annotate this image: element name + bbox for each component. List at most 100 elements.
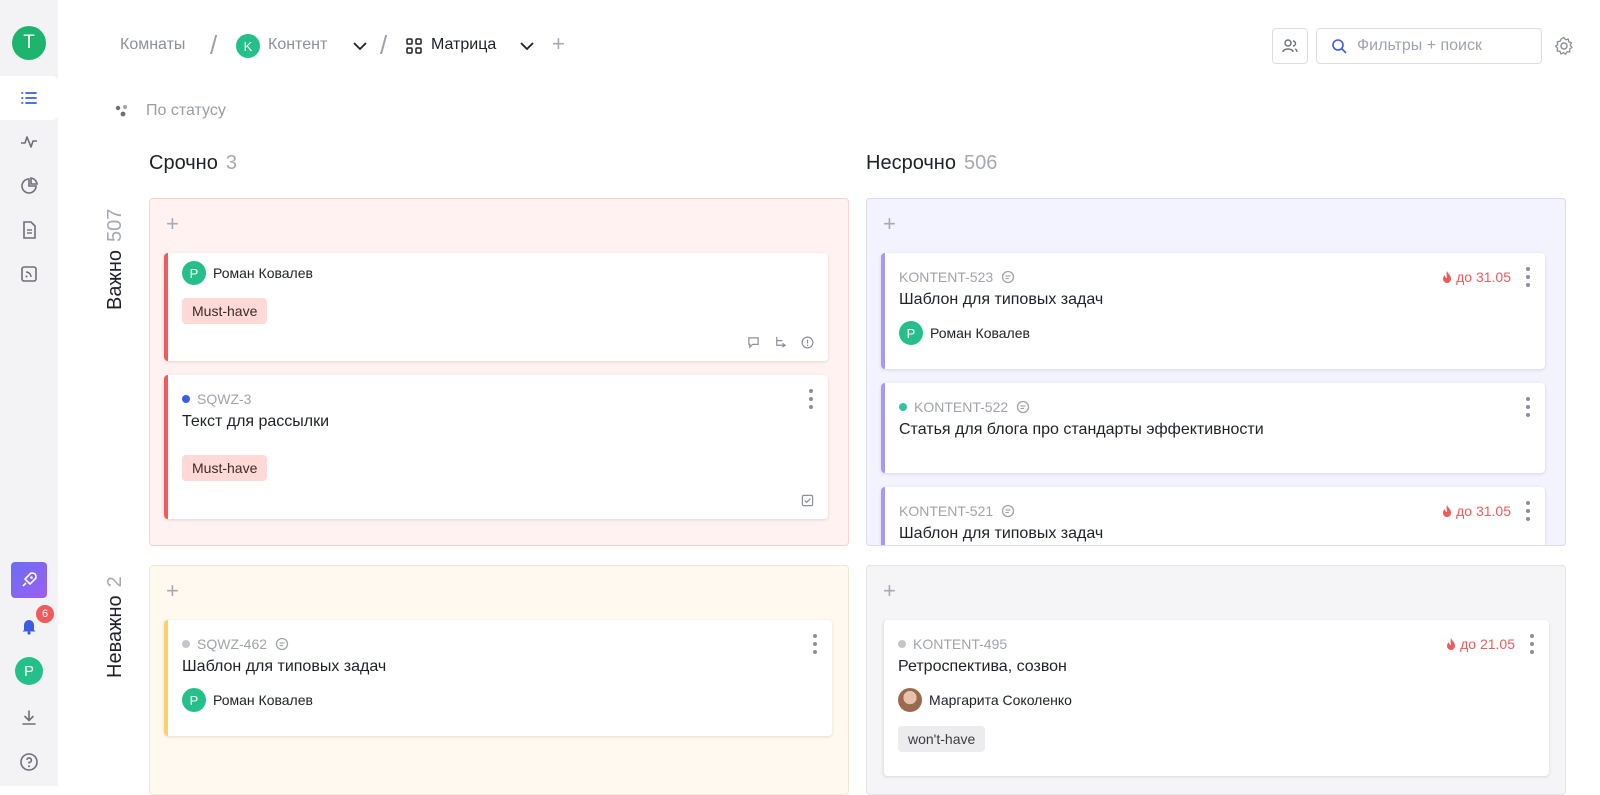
add-task-button[interactable]: + <box>883 580 896 602</box>
quadrant-not-urgent-not-important: + KONTENT-495 до 21.05 Ретроспектива, со… <box>866 565 1566 795</box>
download-button[interactable] <box>17 706 41 730</box>
task-id: KONTENT-521 <box>899 503 1015 519</box>
workspace-avatar[interactable]: T <box>12 26 46 60</box>
fire-icon <box>1443 271 1452 283</box>
card-menu-button[interactable] <box>1525 501 1531 521</box>
members-button[interactable] <box>1272 28 1308 64</box>
info-icon <box>801 336 814 349</box>
upgrade-button[interactable] <box>11 562 47 598</box>
chevron-down-icon[interactable] <box>519 38 535 54</box>
task-card[interactable]: KONTENT-522 Статья для блога про стандар… <box>881 383 1545 473</box>
chat-icon <box>1001 270 1015 284</box>
card-menu-button[interactable] <box>808 389 814 409</box>
sidebar-item-tasks[interactable] <box>0 76 58 120</box>
sidebar-item-reports[interactable] <box>0 164 58 208</box>
column-header-not-urgent: Несрочно 506 <box>866 152 997 175</box>
sidebar-item-docs[interactable] <box>0 208 58 252</box>
activity-icon <box>21 136 37 148</box>
card-footer-icons <box>801 494 814 507</box>
due-date-text: до 31.05 <box>1456 269 1511 285</box>
card-menu-button[interactable] <box>1525 267 1531 287</box>
search-input[interactable] <box>1357 37 1537 55</box>
task-card[interactable]: P Роман Ковалев Must-have <box>164 253 828 361</box>
due-date: до 31.05 <box>1441 269 1511 285</box>
row-count: 507 <box>104 208 126 242</box>
pie-chart-icon <box>21 177 38 194</box>
due-date-text: до 21.05 <box>1460 636 1515 652</box>
due-date: до 31.05 <box>1441 503 1511 519</box>
task-id-text: KONTENT-495 <box>913 636 1008 652</box>
column-header-urgent: Срочно 3 <box>149 152 237 175</box>
add-view-button[interactable]: + <box>552 33 565 55</box>
task-card[interactable]: SQWZ-462 Шаблон для типовых задач P Рома… <box>164 620 832 736</box>
fire-icon <box>1443 505 1452 517</box>
quadrant-urgent-not-important: + SQWZ-462 Шаблон для типовых задач P Ро… <box>149 565 849 795</box>
column-count: 506 <box>963 152 998 174</box>
card-menu-button[interactable] <box>812 634 818 654</box>
subtasks-icon <box>776 336 787 348</box>
task-title: Ретроспектива, созвон <box>898 658 1067 675</box>
task-id-text: SQWZ-3 <box>197 391 252 407</box>
task-card[interactable]: KONTENT-495 до 21.05 Ретроспектива, созв… <box>883 620 1549 776</box>
avatar: P <box>182 261 206 285</box>
task-title: Статья для блога про стандарты эффективн… <box>899 421 1264 438</box>
row-count: 2 <box>104 576 126 588</box>
breadcrumb-view[interactable]: Матрица <box>431 34 496 56</box>
sidebar-item-feed[interactable] <box>0 252 58 296</box>
add-task-button[interactable]: + <box>166 213 179 235</box>
task-id-text: KONTENT-521 <box>899 503 994 519</box>
matrix-icon <box>406 38 422 54</box>
fire-icon <box>1447 638 1456 650</box>
assignee: Маргарита Соколенко <box>898 688 1072 712</box>
column-title: Срочно <box>149 152 218 174</box>
card-menu-button[interactable] <box>1525 397 1531 417</box>
task-id: KONTENT-495 <box>898 636 1007 652</box>
task-id: SQWZ-3 <box>182 391 251 407</box>
search-icon <box>1332 39 1347 54</box>
assignee-name: Роман Ковалев <box>213 692 313 708</box>
task-id: SQWZ-462 <box>182 636 289 652</box>
row-title: Неважно <box>104 595 126 678</box>
status-dot <box>182 395 190 403</box>
column-count: 3 <box>225 152 237 174</box>
breadcrumb-separator: / <box>210 30 218 60</box>
row-title: Важно <box>104 249 126 310</box>
grouping-selector[interactable]: По статусу <box>114 102 226 120</box>
gear-icon[interactable] <box>1554 36 1574 56</box>
task-card[interactable]: KONTENT-521 до 31.05 Шаблон для типовых … <box>881 487 1545 545</box>
sidebar-item-activity[interactable] <box>0 120 58 164</box>
assignee: P Роман Ковалев <box>182 261 313 285</box>
search-box[interactable] <box>1316 28 1542 64</box>
chat-icon <box>1001 504 1015 518</box>
priority-tag: Must-have <box>182 298 268 324</box>
row-header-not-important: Неважно 2 <box>104 576 127 678</box>
column-title: Несрочно <box>866 152 956 174</box>
task-id: KONTENT-522 <box>899 399 1030 415</box>
add-task-button[interactable]: + <box>883 213 896 235</box>
priority-tag: Must-have <box>182 455 268 481</box>
breadcrumb-space[interactable]: Контент <box>268 34 327 56</box>
status-dot <box>899 403 907 411</box>
card-footer-icons <box>747 336 814 349</box>
avatar: P <box>182 688 206 712</box>
assignee: P Роман Ковалев <box>182 688 313 712</box>
help-button[interactable] <box>17 750 41 774</box>
document-icon <box>23 221 36 239</box>
user-avatar[interactable]: P <box>15 657 43 685</box>
download-icon <box>22 710 36 725</box>
task-title: Шаблон для типовых задач <box>899 525 1104 542</box>
due-date: до 21.05 <box>1445 636 1515 652</box>
card-menu-button[interactable] <box>1529 634 1535 654</box>
row-header-important: Важно 507 <box>104 209 127 310</box>
status-dot <box>898 640 906 648</box>
breadcrumb-rooms[interactable]: Комнаты <box>120 34 185 56</box>
task-card[interactable]: SQWZ-3 Текст для рассылки Must-have <box>164 375 828 519</box>
task-title: Шаблон для типовых задач <box>182 658 387 675</box>
bell-icon <box>22 620 36 635</box>
chevron-down-icon[interactable] <box>352 38 368 54</box>
task-card[interactable]: KONTENT-523 до 31.05 Шаблон для типовых … <box>881 253 1545 369</box>
add-task-button[interactable]: + <box>166 580 179 602</box>
task-title: Текст для рассылки <box>182 413 330 430</box>
status-dot <box>182 640 190 648</box>
list-icon <box>21 92 37 104</box>
